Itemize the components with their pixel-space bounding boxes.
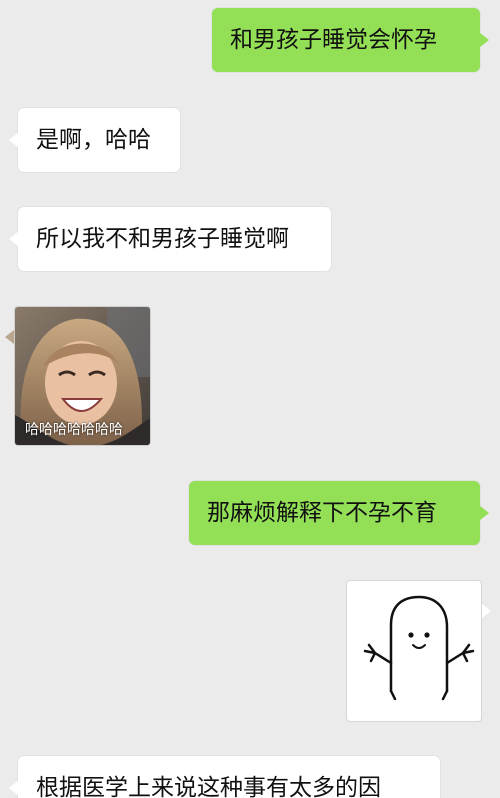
message-text: 根据医学上来说这种事有太多的因 bbox=[36, 775, 381, 798]
ghost-shrug-icon bbox=[363, 595, 475, 701]
bubble-tail bbox=[482, 604, 491, 618]
sticker-message-incoming[interactable]: 哈哈哈哈哈哈哈 bbox=[14, 306, 151, 446]
sticker-message-outgoing[interactable] bbox=[346, 580, 482, 722]
message-bubble-incoming[interactable]: 所以我不和男孩子睡觉啊 bbox=[9, 207, 331, 271]
message-text: 所以我不和男孩子睡觉啊 bbox=[36, 226, 289, 252]
message-text: 那麻烦解释下不孕不育 bbox=[207, 500, 437, 526]
message-text: 和男孩子睡觉会怀孕 bbox=[230, 27, 437, 53]
message-bubble-outgoing[interactable]: 那麻烦解释下不孕不育 bbox=[189, 481, 489, 545]
message-bubble-incoming[interactable]: 是啊，哈哈 bbox=[9, 108, 180, 172]
message-bubble-incoming[interactable]: 根据医学上来说这种事有太多的因 bbox=[9, 756, 440, 798]
message-bubble-outgoing[interactable]: 和男孩子睡觉会怀孕 bbox=[212, 8, 489, 72]
message-text: 是啊，哈哈 bbox=[36, 127, 151, 153]
bubble-tail bbox=[5, 330, 14, 344]
sticker-caption: 哈哈哈哈哈哈哈 bbox=[25, 422, 123, 438]
